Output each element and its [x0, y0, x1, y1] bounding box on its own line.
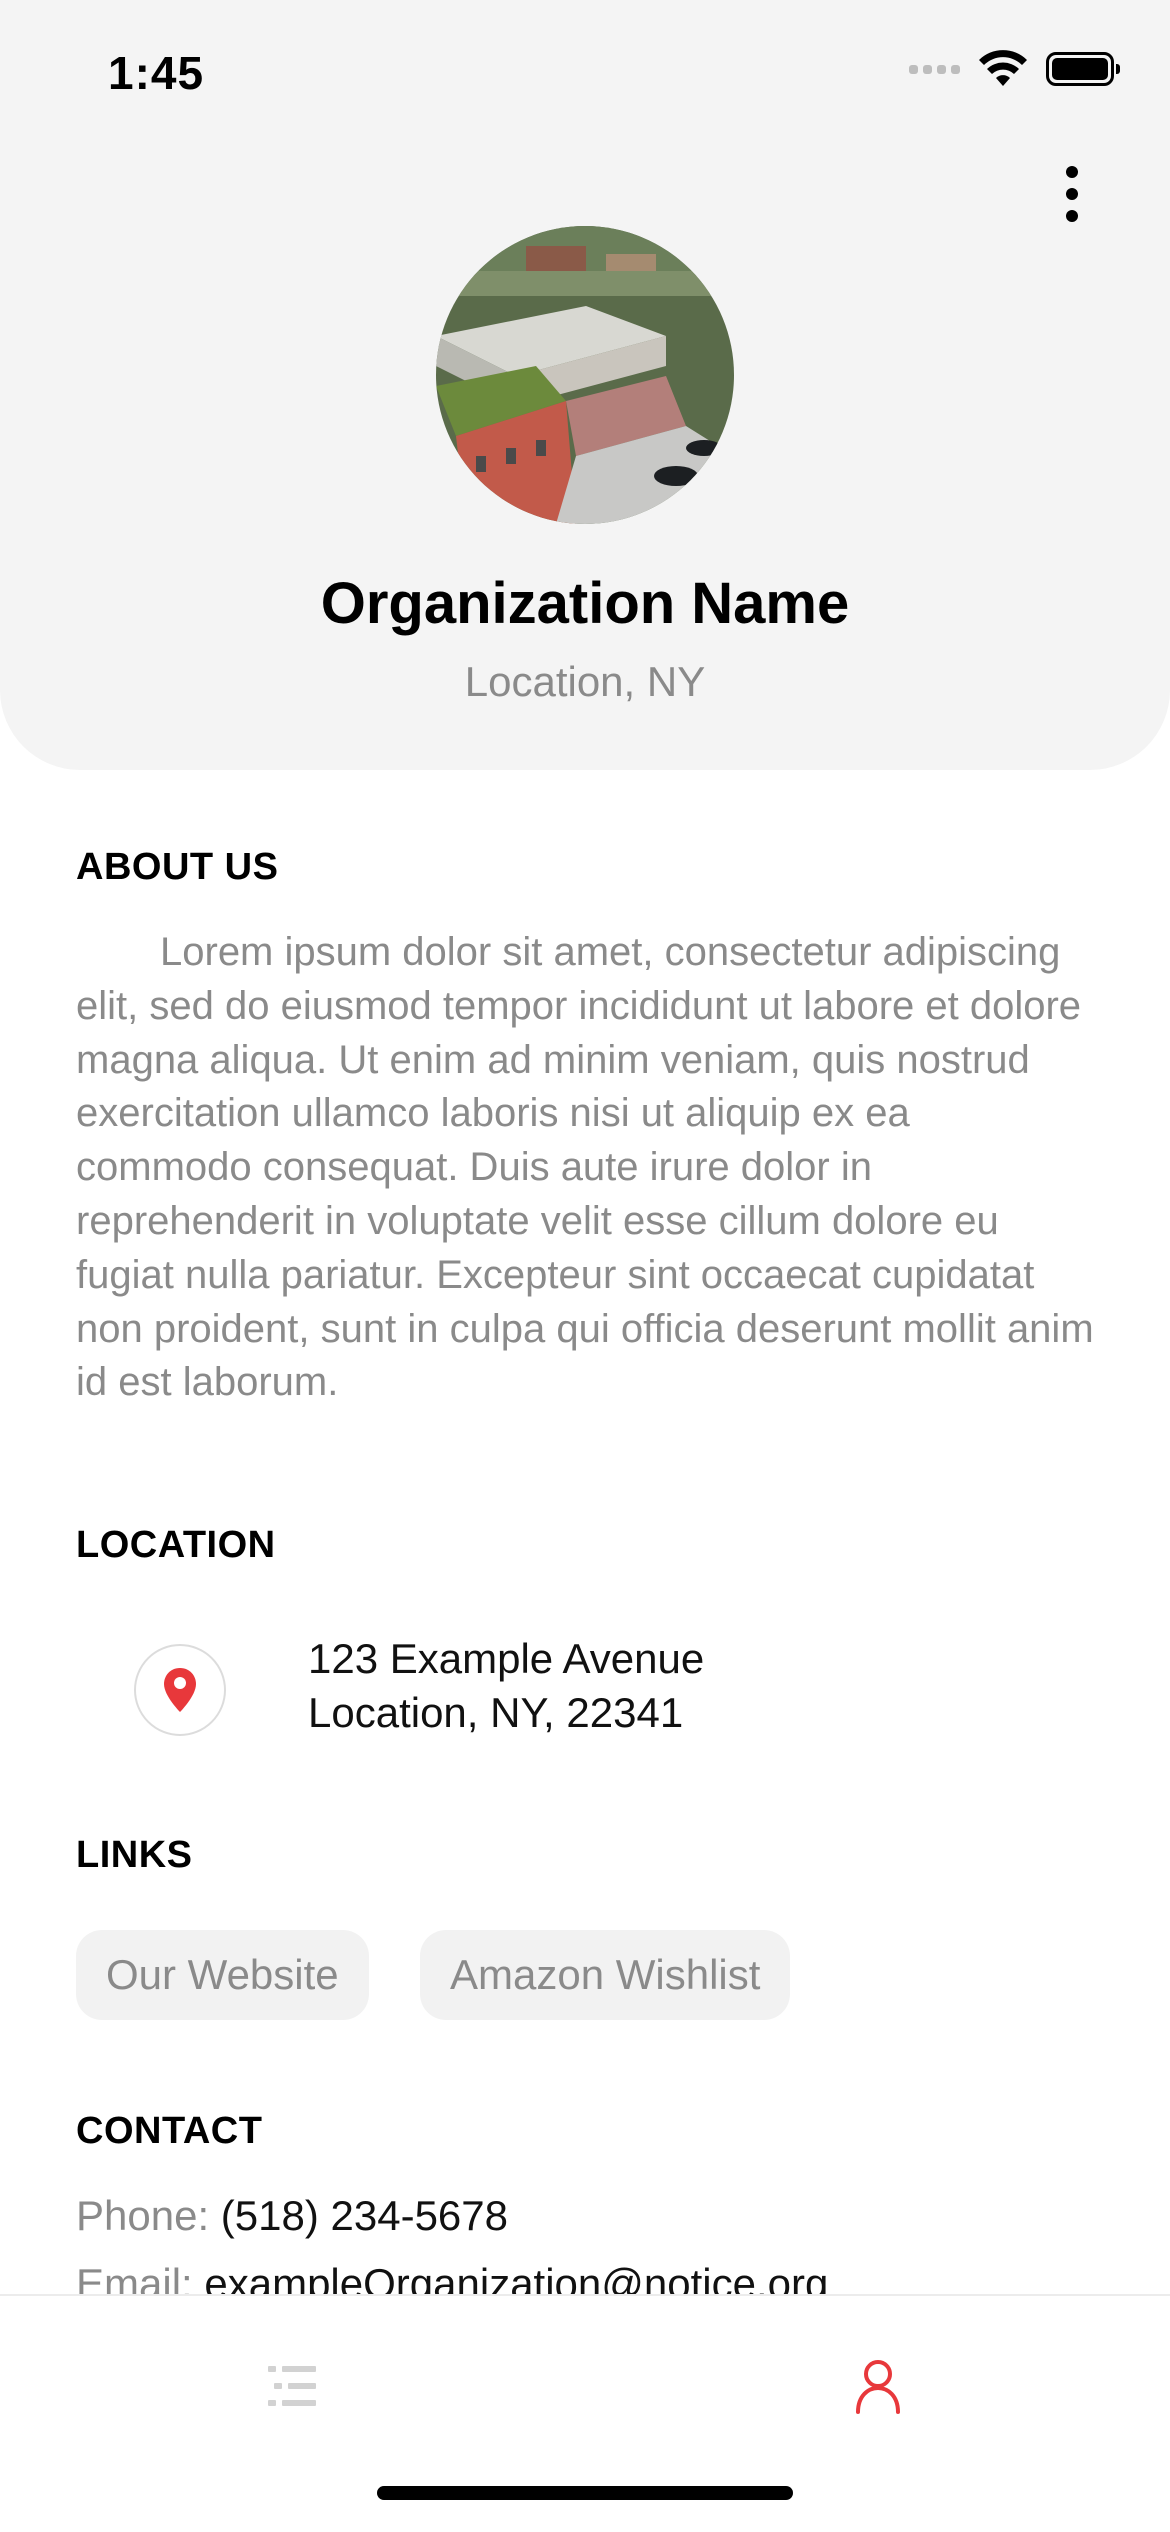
organization-profile-screen: 1:45 Organization Name Location, NY ABOU…: [0, 0, 1170, 2532]
tab-profile[interactable]: [848, 2356, 908, 2416]
about-section-title: ABOUT US: [76, 846, 279, 888]
cellular-signal-icon: [909, 64, 960, 74]
our-website-link[interactable]: Our Website: [76, 1930, 369, 2020]
organization-name: Organization Name: [320, 571, 850, 636]
amazon-wishlist-link[interactable]: Amazon Wishlist: [420, 1930, 791, 2020]
address-line1: 123 Example Avenue: [308, 1635, 705, 1682]
list-icon: [268, 2366, 316, 2406]
map-pin-button[interactable]: [134, 1644, 226, 1736]
profile-icon: [856, 2360, 900, 2414]
more-options-button[interactable]: [1052, 162, 1092, 226]
phone-row[interactable]: Phone: (518) 234-5678: [76, 2192, 508, 2240]
contact-section-title: CONTACT: [76, 2110, 263, 2152]
wifi-icon: [978, 50, 1028, 88]
home-indicator: [377, 2486, 793, 2500]
organization-location: Location, NY: [464, 658, 706, 705]
location-section-title: LOCATION: [76, 1524, 276, 1566]
address: 123 Example Avenue Location, NY, 22341: [308, 1632, 704, 1740]
organization-avatar: [436, 226, 734, 524]
status-time: 1:45: [108, 47, 205, 99]
profile-header: 1:45 Organization Name Location, NY: [0, 0, 1170, 770]
about-description: Lorem ipsum dolor sit amet, consectetur …: [76, 930, 1094, 1405]
more-vertical-icon: [1066, 166, 1078, 178]
links-section-title: LINKS: [76, 1834, 193, 1876]
phone-label: Phone:: [76, 2192, 210, 2239]
phone-value: (518) 234-5678: [220, 2192, 509, 2239]
address-line2: Location, NY, 22341: [308, 1689, 684, 1736]
status-indicators: [909, 50, 1120, 88]
tab-list[interactable]: [262, 2356, 322, 2416]
map-pin-icon: [164, 1668, 196, 1712]
battery-icon: [1046, 52, 1120, 86]
